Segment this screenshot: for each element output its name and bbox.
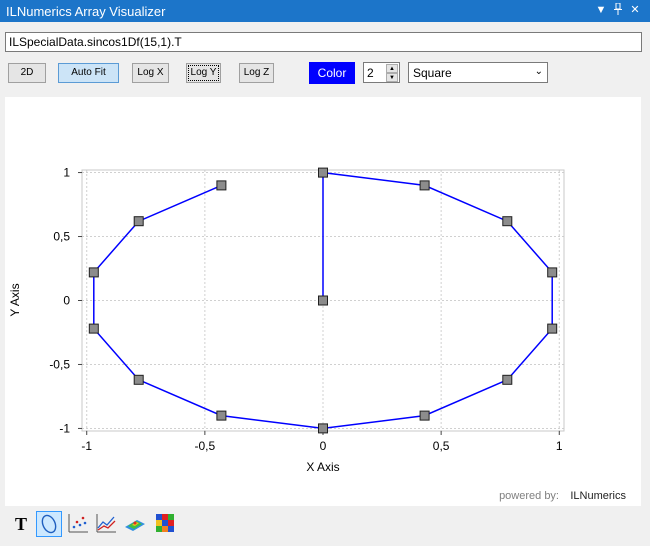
plot-area[interactable]: -1 -0,5 0 0,5 1 -1 -0,5 0 0,5 1 X Axis Y Axis po… bbox=[5, 97, 641, 506]
data-point-marker bbox=[318, 167, 328, 178]
y-axis: -1 -0,5 0 0,5 1 bbox=[49, 166, 82, 435]
scatter-plot-icon[interactable] bbox=[66, 511, 92, 537]
y-tick-label: 0,5 bbox=[53, 230, 70, 244]
data-point-marker bbox=[133, 374, 144, 385]
log-x-button[interactable]: Log X bbox=[132, 63, 169, 83]
pin-icon[interactable] bbox=[611, 2, 625, 17]
surface-plot-icon[interactable] bbox=[123, 511, 149, 537]
y-tick-label: -1 bbox=[59, 421, 70, 435]
close-icon[interactable]: ✕ bbox=[628, 3, 642, 17]
line-chart: -1 -0,5 0 0,5 1 -1 -0,5 0 0,5 1 X Axis Y Axis po… bbox=[8, 166, 626, 502]
data-point-marker bbox=[547, 267, 558, 278]
y-tick-label: 1 bbox=[63, 166, 70, 180]
log-y-button[interactable]: Log Y bbox=[186, 63, 221, 83]
x-axis: -1 -0,5 0 0,5 1 bbox=[81, 431, 563, 453]
x-tick-label: 1 bbox=[556, 439, 563, 453]
data-point-marker bbox=[502, 216, 513, 227]
data-point-marker bbox=[547, 323, 558, 334]
color-button[interactable]: Color bbox=[309, 62, 355, 84]
x-tick-label: 0,5 bbox=[433, 439, 450, 453]
watermark-brand: ILNumerics bbox=[570, 490, 626, 502]
auto-fit-button[interactable]: Auto Fit bbox=[58, 63, 119, 83]
y-axis-label: Y Axis bbox=[8, 283, 22, 316]
marker-style-select[interactable]: Square ⌄ bbox=[408, 62, 548, 83]
line-width-spinner[interactable]: 2 ▲ ▼ bbox=[363, 62, 400, 83]
spin-down-icon[interactable]: ▼ bbox=[386, 73, 398, 82]
line-width-value: 2 bbox=[367, 66, 374, 80]
expression-input[interactable] bbox=[5, 32, 642, 52]
data-point-marker bbox=[88, 267, 99, 278]
log-z-button[interactable]: Log Z bbox=[239, 63, 274, 83]
multi-line-plot-icon[interactable] bbox=[94, 511, 120, 537]
spin-up-icon[interactable]: ▲ bbox=[386, 64, 398, 73]
marker-style-value: Square bbox=[413, 66, 452, 80]
y-tick-label: 0 bbox=[63, 294, 70, 308]
window-title: ILNumerics Array Visualizer bbox=[6, 4, 166, 19]
data-point-marker bbox=[88, 323, 99, 334]
title-bar: ILNumerics Array Visualizer ▼ ✕ bbox=[0, 0, 650, 22]
data-point-marker bbox=[419, 180, 430, 191]
data-point-marker bbox=[216, 180, 227, 191]
data-point-marker bbox=[502, 374, 513, 385]
x-tick-label: 0 bbox=[320, 439, 327, 453]
data-point-marker bbox=[419, 410, 430, 421]
plot-type-toolbar: T bbox=[5, 506, 641, 542]
data-point-marker bbox=[216, 410, 227, 421]
text-tool-icon[interactable]: T bbox=[9, 511, 35, 537]
x-axis-label: X Axis bbox=[306, 460, 339, 474]
y-tick-label: -0,5 bbox=[49, 357, 70, 371]
data-point-marker bbox=[318, 295, 328, 306]
x-tick-label: -1 bbox=[81, 439, 92, 453]
x-tick-label: -0,5 bbox=[195, 439, 216, 453]
image-plot-icon[interactable] bbox=[153, 511, 179, 537]
data-point-marker bbox=[318, 423, 328, 434]
svg-text:T: T bbox=[15, 514, 27, 534]
2d-button[interactable]: 2D bbox=[8, 63, 46, 83]
data-point-marker bbox=[133, 216, 144, 227]
watermark-powered-by: powered by: bbox=[499, 490, 559, 502]
dropdown-arrow-icon[interactable]: ▼ bbox=[594, 3, 608, 17]
line-plot-icon[interactable] bbox=[36, 511, 62, 537]
chevron-down-icon: ⌄ bbox=[534, 66, 543, 77]
